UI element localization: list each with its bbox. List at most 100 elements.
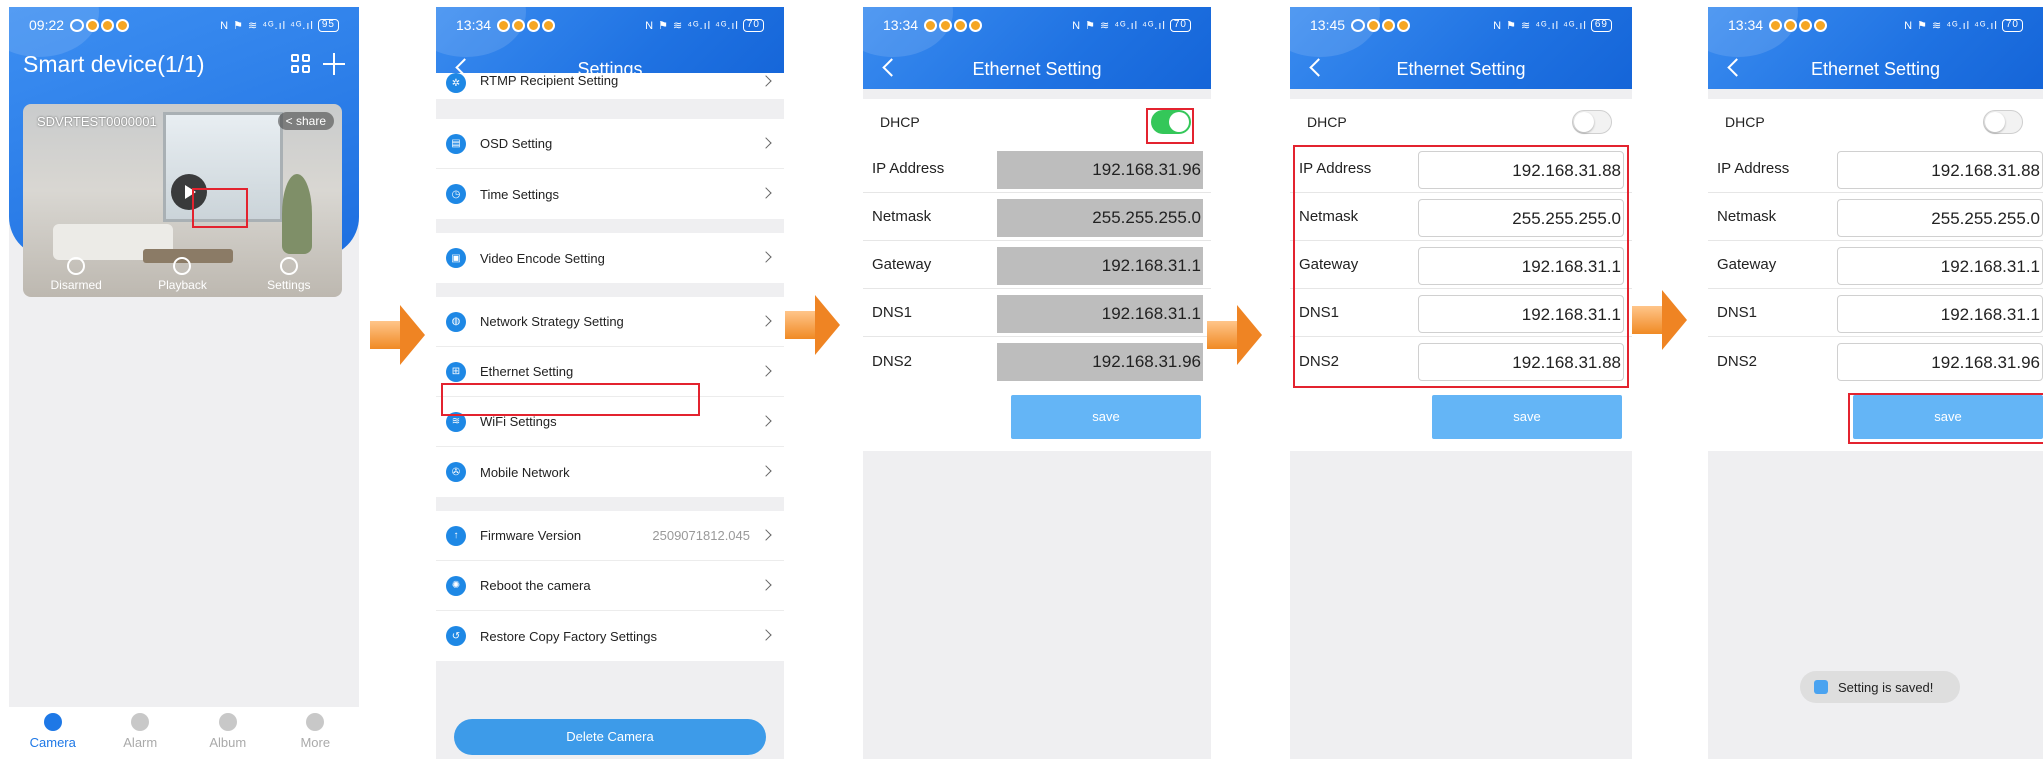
tab-more-label: More: [300, 735, 331, 750]
save-area: save: [1290, 385, 1632, 451]
settings-item-restore[interactable]: ↺ Restore Copy Factory Settings: [436, 611, 784, 661]
netmask-label: Netmask: [872, 208, 932, 225]
grid-view-icon[interactable]: [291, 54, 311, 74]
saved-toast: Setting is saved!: [1800, 671, 1960, 703]
settings-item-osd[interactable]: ▤ OSD Setting: [436, 119, 784, 169]
settings-item-label: Video Encode Setting: [480, 250, 605, 266]
save-button[interactable]: save: [1011, 395, 1201, 439]
settings-list: ✲ RTMP Recipient Setting ▤ OSD Setting ◷ Ti…: [436, 73, 784, 675]
netmask-label: Netmask: [1717, 208, 1777, 225]
camera-preview-plant: [282, 174, 312, 254]
signal-text: N ⚑ ≋ ⁴ᴳ.ıl ⁴ᴳ.ıl: [220, 19, 314, 32]
chevron-right-icon: [760, 579, 772, 591]
signal-icons: N ⚑ ≋ ⁴ᴳ.ıl ⁴ᴳ.ıl 70: [645, 18, 764, 32]
status-bar: 13:45 N ⚑ ≋ ⁴ᴳ.ıl ⁴ᴳ.ıl 69: [1310, 17, 1612, 33]
battery-icon: 70: [742, 18, 764, 32]
dns1-label: DNS1: [1717, 304, 1758, 321]
ip-address-label: IP Address: [1717, 160, 1790, 177]
folder-icon: [218, 713, 237, 731]
chevron-right-icon: [760, 315, 772, 327]
chevron-right-icon: [760, 415, 772, 427]
tab-camera[interactable]: Camera: [9, 707, 97, 759]
notification-icons: [70, 18, 130, 32]
gateway-input[interactable]: 192.168.31.1: [1837, 247, 2043, 285]
home-screen: 09:22 N ⚑ ≋ ⁴ᴳ.ıl ⁴ᴳ.ıl 95 Smart device(…: [9, 7, 359, 759]
upgrade-icon: ↑: [446, 525, 466, 546]
settings-item-label: Ethernet Setting: [480, 364, 574, 379]
settings-item-label: OSD Setting: [480, 136, 553, 151]
status-bar: 13:34 N ⚑ ≋ ⁴ᴳ.ıl ⁴ᴳ.ıl 70: [883, 17, 1191, 33]
settings-group: ▤ OSD Setting ◷ Time Settings: [436, 119, 784, 219]
dns1-input[interactable]: 192.168.31.1: [1837, 295, 2043, 333]
device-name: SDVRTEST0000001: [37, 114, 157, 129]
settings-item-rtmp[interactable]: ✲ RTMP Recipient Setting: [436, 73, 784, 99]
signal-text: N ⚑ ≋ ⁴ᴳ.ıl ⁴ᴳ.ıl: [645, 19, 739, 32]
dhcp-toggle[interactable]: [1983, 110, 2023, 134]
save-button[interactable]: save: [1432, 395, 1622, 439]
page-title: Ethernet Setting: [972, 59, 1102, 79]
ip-address-input[interactable]: 192.168.31.88: [1837, 151, 2043, 189]
tab-album[interactable]: Album: [184, 707, 272, 759]
firmware-version-value: 2509071812.045: [652, 528, 750, 543]
settings-item-label: Restore Copy Factory Settings: [480, 628, 658, 644]
signal-icons: N ⚑ ≋ ⁴ᴳ.ıl ⁴ᴳ.ıl 70: [1072, 18, 1191, 32]
dns2-row: DNS2 192.168.31.96: [863, 337, 1211, 385]
dns1-row: DNS1 192.168.31.1: [1708, 289, 2043, 337]
step-arrow-3: [1207, 305, 1262, 365]
playback-label: Playback: [158, 278, 207, 292]
step-arrow-1: [370, 305, 425, 365]
ethernet-header: 13:45 N ⚑ ≋ ⁴ᴳ.ıl ⁴ᴳ.ıl 69 Ethernet Sett…: [1290, 7, 1632, 89]
dhcp-toggle[interactable]: [1572, 110, 1612, 134]
disarmed-button[interactable]: Disarmed: [23, 249, 129, 297]
gateway-label: Gateway: [872, 256, 932, 273]
settings-item-time[interactable]: ◷ Time Settings: [436, 169, 784, 219]
tab-alarm-label: Alarm: [123, 735, 158, 750]
settings-item-label: Reboot the camera: [480, 578, 591, 593]
dns2-label: DNS2: [872, 352, 913, 370]
battery-icon: 70: [1169, 18, 1191, 32]
gateway-row: Gateway 192.168.31.1: [863, 241, 1211, 289]
dns1-row: DNS1 192.168.31.1: [863, 289, 1211, 337]
highlight-dhcp-toggle: [1146, 108, 1194, 144]
dns1-field: 192.168.31.1: [997, 295, 1203, 333]
notification-icons: [1769, 18, 1828, 32]
dns2-input[interactable]: 192.168.31.96: [1837, 343, 2043, 381]
status-time: 09:22: [29, 17, 65, 33]
settings-item-firmware[interactable]: ↑ Firmware Version 2509071812.045: [436, 511, 784, 561]
share-button[interactable]: < share: [277, 112, 334, 130]
chevron-right-icon: [760, 529, 772, 541]
signal-icons: N ⚑ ≋ ⁴ᴳ.ıl ⁴ᴳ.ıl 69: [1493, 18, 1612, 32]
tab-alarm[interactable]: Alarm: [97, 707, 185, 759]
clock-icon: ◷: [446, 184, 466, 204]
signal-icons: N ⚑ ≋ ⁴ᴳ.ıl ⁴ᴳ.ıl 95: [220, 18, 339, 32]
settings-item-mobile-network[interactable]: ✇ Mobile Network: [436, 447, 784, 497]
gateway-row: Gateway 192.168.31.1: [1708, 241, 2043, 289]
tab-more[interactable]: More: [272, 707, 360, 759]
ip-address-field: 192.168.31.96: [997, 151, 1203, 189]
settings-item-label: RTMP Recipient Setting: [480, 73, 619, 88]
settings-button[interactable]: Settings: [236, 249, 342, 297]
ethernet-screen-dhcp-on: 13:34 N ⚑ ≋ ⁴ᴳ.ıl ⁴ᴳ.ıl 70 Ethernet Sett…: [863, 7, 1211, 759]
settings-item-label: Firmware Version: [480, 528, 582, 543]
signal-text: N ⚑ ≋ ⁴ᴳ.ıl ⁴ᴳ.ıl: [1904, 19, 1998, 32]
dhcp-row: DHCP: [1290, 99, 1632, 145]
settings-item-reboot[interactable]: ✺ Reboot the camera: [436, 561, 784, 611]
gateway-label: Gateway: [1717, 256, 1777, 273]
device-card[interactable]: SDVRTEST0000001 < share Disarmed Playbac…: [23, 104, 342, 297]
settings-item-network-strategy[interactable]: ◍ Network Strategy Setting: [436, 297, 784, 347]
ethernet-header: 13:34 N ⚑ ≋ ⁴ᴳ.ıl ⁴ᴳ.ıl 70 Ethernet Sett…: [1708, 7, 2043, 89]
netmask-input[interactable]: 255.255.255.0: [1837, 199, 2043, 237]
ip-address-label: IP Address: [872, 160, 945, 177]
playback-button[interactable]: Playback: [129, 249, 235, 297]
globe-icon: ◍: [446, 311, 466, 332]
settings-item-video-encode[interactable]: ▣ Video Encode Setting: [436, 233, 784, 283]
ethernet-header: 13:34 N ⚑ ≋ ⁴ᴳ.ıl ⁴ᴳ.ıl 70 Ethernet Sett…: [863, 7, 1211, 89]
add-device-icon[interactable]: [323, 53, 345, 75]
dhcp-label: DHCP: [1307, 114, 1347, 130]
status-time: 13:34: [883, 17, 919, 33]
signal-icons: N ⚑ ≋ ⁴ᴳ.ıl ⁴ᴳ.ıl 70: [1904, 18, 2023, 32]
settings-group: ✲ RTMP Recipient Setting: [436, 73, 784, 99]
delete-camera-button[interactable]: Delete Camera: [454, 719, 766, 755]
status-time: 13:45: [1310, 17, 1346, 33]
ethernet-screen-editing: 13:45 N ⚑ ≋ ⁴ᴳ.ıl ⁴ᴳ.ıl 69 Ethernet Sett…: [1290, 7, 1632, 759]
